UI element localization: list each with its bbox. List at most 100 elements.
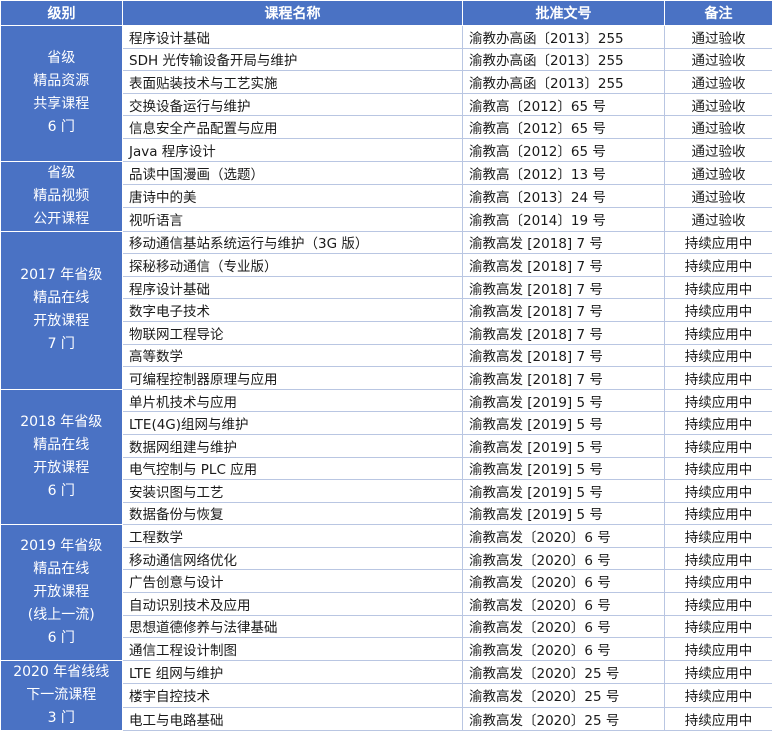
level-line: 精品在线 — [1, 287, 123, 310]
table-row: 省级精品资源共享课程6 门程序设计基础渝教办高函〔2013〕255通过验收 — [1, 26, 772, 49]
remark-cell: 持续应用中 — [665, 344, 772, 367]
approval-number-cell: 渝教高〔2012〕65 号 — [463, 116, 665, 139]
approval-number-cell: 渝教高〔2013〕24 号 — [463, 184, 665, 207]
header-level: 级别 — [1, 1, 123, 26]
course-name-cell: 思想道德修养与法律基础 — [123, 615, 463, 638]
approval-number-cell: 渝教办高函〔2013〕255 — [463, 26, 665, 49]
course-table: 级别 课程名称 批准文号 备注 省级精品资源共享课程6 门程序设计基础渝教办高函… — [0, 0, 772, 731]
approval-number-cell: 渝教办高函〔2013〕255 — [463, 71, 665, 94]
level-line: 6 门 — [1, 627, 123, 650]
table-row: 2020 年省线线下一流课程3 门LTE 组网与维护渝教高发〔2020〕25 号… — [1, 660, 772, 683]
approval-number-cell: 渝教高〔2012〕13 号 — [463, 161, 665, 184]
level-line: 精品视频 — [1, 185, 123, 208]
level-line: 3 门 — [1, 707, 123, 730]
approval-number-cell: 渝教高发 [2018] 7 号 — [463, 231, 665, 254]
course-name-cell: 安装识图与工艺 — [123, 480, 463, 503]
level-cell: 省级精品资源共享课程6 门 — [1, 26, 123, 162]
level-cell: 2020 年省线线下一流课程3 门 — [1, 660, 123, 730]
level-line: 2019 年省级 — [1, 535, 123, 558]
remark-cell: 通过验收 — [665, 208, 772, 231]
table-row: 2018 年省级精品在线开放课程6 门单片机技术与应用渝教高发 [2019] 5… — [1, 389, 772, 412]
table-row: 2019 年省级精品在线开放课程(线上一流)6 门工程数学渝教高发〔2020〕6… — [1, 525, 772, 548]
course-name-cell: 数据网组建与维护 — [123, 434, 463, 457]
course-name-cell: 单片机技术与应用 — [123, 389, 463, 412]
course-name-cell: 程序设计基础 — [123, 276, 463, 299]
remark-cell: 通过验收 — [665, 26, 772, 49]
course-name-cell: 探秘移动通信（专业版） — [123, 254, 463, 277]
level-cell: 2018 年省级精品在线开放课程6 门 — [1, 389, 123, 525]
level-line: 精品资源 — [1, 70, 123, 93]
header-course-name: 课程名称 — [123, 1, 463, 26]
course-name-cell: LTE(4G)组网与维护 — [123, 412, 463, 435]
approval-number-cell: 渝教高发 [2018] 7 号 — [463, 254, 665, 277]
course-name-cell: 高等数学 — [123, 344, 463, 367]
approval-number-cell: 渝教高发 [2019] 5 号 — [463, 434, 665, 457]
remark-cell: 持续应用中 — [665, 367, 772, 390]
remark-cell: 持续应用中 — [665, 276, 772, 299]
level-line: 2017 年省级 — [1, 264, 123, 287]
remark-cell: 持续应用中 — [665, 389, 772, 412]
approval-number-cell: 渝教高发〔2020〕6 号 — [463, 547, 665, 570]
level-line: 开放课程 — [1, 310, 123, 333]
course-name-cell: 楼宇自控技术 — [123, 684, 463, 707]
remark-cell: 持续应用中 — [665, 615, 772, 638]
course-name-cell: 唐诗中的美 — [123, 184, 463, 207]
level-line: 省级 — [1, 162, 123, 185]
approval-number-cell: 渝教高发〔2020〕6 号 — [463, 593, 665, 616]
remark-cell: 通过验收 — [665, 116, 772, 139]
approval-number-cell: 渝教高发〔2020〕6 号 — [463, 570, 665, 593]
course-name-cell: 电气控制与 PLC 应用 — [123, 457, 463, 480]
level-line: (线上一流) — [1, 604, 123, 627]
approval-number-cell: 渝教高发 [2019] 5 号 — [463, 502, 665, 525]
remark-cell: 持续应用中 — [665, 638, 772, 661]
course-name-cell: 工程数学 — [123, 525, 463, 548]
course-name-cell: 广告创意与设计 — [123, 570, 463, 593]
approval-number-cell: 渝教高发〔2020〕6 号 — [463, 638, 665, 661]
level-line: 共享课程 — [1, 93, 123, 116]
course-name-cell: LTE 组网与维护 — [123, 660, 463, 683]
level-line: 精品在线 — [1, 434, 123, 457]
header-approval-number: 批准文号 — [463, 1, 665, 26]
course-name-cell: 可编程控制器原理与应用 — [123, 367, 463, 390]
approval-number-cell: 渝教高发〔2020〕6 号 — [463, 615, 665, 638]
remark-cell: 通过验收 — [665, 48, 772, 71]
level-line: 省级 — [1, 47, 123, 70]
approval-number-cell: 渝教高〔2012〕65 号 — [463, 138, 665, 161]
approval-number-cell: 渝教高发 [2019] 5 号 — [463, 480, 665, 503]
course-name-cell: 视听语言 — [123, 208, 463, 231]
remark-cell: 持续应用中 — [665, 593, 772, 616]
remark-cell: 通过验收 — [665, 93, 772, 116]
remark-cell: 持续应用中 — [665, 299, 772, 322]
course-name-cell: 程序设计基础 — [123, 26, 463, 49]
approval-number-cell: 渝教高〔2014〕19 号 — [463, 208, 665, 231]
level-line: 下一流课程 — [1, 684, 123, 707]
remark-cell: 持续应用中 — [665, 254, 772, 277]
level-line: 7 门 — [1, 333, 123, 356]
level-line: 6 门 — [1, 480, 123, 503]
table-body: 省级精品资源共享课程6 门程序设计基础渝教办高函〔2013〕255通过验收SDH… — [1, 26, 772, 731]
approval-number-cell: 渝教高发〔2020〕25 号 — [463, 684, 665, 707]
course-name-cell: 交换设备运行与维护 — [123, 93, 463, 116]
remark-cell: 持续应用中 — [665, 321, 772, 344]
approval-number-cell: 渝教高发 [2018] 7 号 — [463, 276, 665, 299]
level-cell: 省级精品视频公开课程 — [1, 161, 123, 231]
remark-cell: 持续应用中 — [665, 434, 772, 457]
course-name-cell: SDH 光传输设备开局与维护 — [123, 48, 463, 71]
course-name-cell: 品读中国漫画（选题） — [123, 161, 463, 184]
approval-number-cell: 渝教高发 [2018] 7 号 — [463, 367, 665, 390]
table-row: 省级精品视频公开课程品读中国漫画（选题）渝教高〔2012〕13 号通过验收 — [1, 161, 772, 184]
remark-cell: 通过验收 — [665, 161, 772, 184]
course-name-cell: 移动通信网络优化 — [123, 547, 463, 570]
approval-number-cell: 渝教办高函〔2013〕255 — [463, 48, 665, 71]
remark-cell: 持续应用中 — [665, 412, 772, 435]
course-name-cell: 表面贴装技术与工艺实施 — [123, 71, 463, 94]
remark-cell: 持续应用中 — [665, 480, 772, 503]
table-row: 2017 年省级精品在线开放课程7 门移动通信基站系统运行与维护（3G 版）渝教… — [1, 231, 772, 254]
approval-number-cell: 渝教高发 [2018] 7 号 — [463, 344, 665, 367]
level-line: 公开课程 — [1, 208, 123, 231]
level-line: 6 门 — [1, 116, 123, 139]
remark-cell: 持续应用中 — [665, 502, 772, 525]
header-row: 级别 课程名称 批准文号 备注 — [1, 1, 772, 26]
approval-number-cell: 渝教高〔2012〕65 号 — [463, 93, 665, 116]
approval-number-cell: 渝教高发 [2019] 5 号 — [463, 389, 665, 412]
